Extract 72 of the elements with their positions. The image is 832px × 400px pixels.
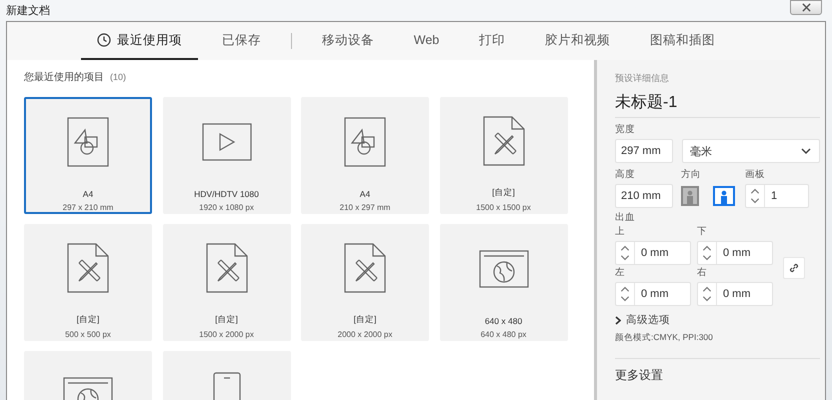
- document-ruler-pencil-icon: [482, 116, 524, 166]
- field-label: 宽度: [615, 123, 635, 136]
- preset-name: A4: [360, 189, 370, 199]
- field-label: 高度: [615, 168, 635, 181]
- section-heading: 您最近使用的项目: [24, 70, 104, 84]
- field-label: 上: [615, 225, 625, 238]
- width-field[interactable]: 297 mm: [615, 139, 673, 163]
- tab[interactable]: 移动设备: [306, 22, 390, 60]
- clock-icon: [96, 33, 111, 47]
- preset-size: 1500 x 2000 px: [199, 330, 254, 339]
- preset-name: A4: [82, 189, 94, 199]
- preset-name: [自定]: [215, 314, 238, 326]
- preset-card[interactable]: [自定] 2000 x 2000 px: [301, 224, 429, 341]
- preset-card[interactable]: HDV/HDTV 1080 1920 x 1080 px: [162, 97, 290, 214]
- preset-name: [自定]: [354, 314, 376, 326]
- preset-size: 640 x 480 px: [480, 330, 526, 339]
- chevron-down-icon: [801, 148, 811, 154]
- preset-card[interactable]: [自定] 1500 x 1500 px: [440, 97, 568, 214]
- preset-size: 297 x 210 mm: [62, 203, 114, 212]
- chevron-right-icon: [615, 316, 621, 324]
- bleed-stepper[interactable]: 0 mm: [697, 241, 773, 265]
- field-label: 出血: [615, 211, 635, 224]
- video-play-icon: [202, 123, 252, 161]
- field-label: 左: [615, 266, 625, 279]
- bleed-stepper[interactable]: 0 mm: [615, 241, 691, 265]
- item-count: (10): [110, 72, 126, 82]
- field-label: 画板: [745, 168, 765, 181]
- preset-size: 1500 x 1500 px: [476, 203, 531, 212]
- preset-size: 1920 x 1080 px: [199, 203, 254, 212]
- preset-card[interactable]: A4 210 x 297 mm: [301, 97, 429, 214]
- color-mode-text: 颜色模式:CMYK, PPI:300: [615, 332, 713, 344]
- document-shapes-icon: [67, 117, 109, 167]
- preset-name: 640 x 480: [484, 316, 522, 326]
- bleed-stepper[interactable]: 0 mm: [697, 282, 773, 306]
- preset-size: 500 x 500 px: [65, 330, 111, 339]
- tab[interactable]: Web: [398, 22, 456, 60]
- height-field[interactable]: 210 mm: [615, 184, 673, 208]
- link-icon: [788, 262, 800, 274]
- unit-dropdown[interactable]: 毫米: [682, 139, 820, 163]
- bleed-stepper[interactable]: 0 mm: [615, 282, 691, 306]
- browser-globe-icon: [478, 250, 528, 288]
- tab[interactable]: 已保存: [206, 22, 277, 60]
- field-label: 右: [697, 266, 707, 279]
- document-ruler-pencil-icon: [344, 243, 386, 293]
- link-button[interactable]: [783, 256, 805, 278]
- close-icon: [802, 3, 810, 12]
- panel-heading: 预设详细信息: [615, 72, 669, 85]
- advanced-options-toggle[interactable]: 高级选项: [615, 313, 670, 327]
- preset-name: [自定]: [492, 187, 515, 199]
- preset-name: HDV/HDTV 1080: [194, 189, 259, 199]
- tab[interactable]: 图稿和插图: [634, 22, 732, 60]
- preset-size: 2000 x 2000 px: [338, 330, 392, 339]
- window-title: 新建文档: [6, 4, 50, 18]
- document-name: 未标题-1: [615, 92, 820, 118]
- preset-card[interactable]: [自定] 500 x 500 px: [24, 224, 152, 341]
- preset-card[interactable]: 640 x 480 640 x 480 px: [440, 224, 568, 341]
- tab[interactable]: 打印: [463, 22, 522, 60]
- document-shapes-icon: [344, 117, 386, 167]
- document-ruler-pencil-icon: [67, 243, 109, 293]
- field-label: 方向: [681, 168, 701, 181]
- preset-size: 210 x 297 mm: [340, 203, 390, 212]
- tab[interactable]: 胶片和视频: [529, 22, 626, 60]
- artboards-stepper[interactable]: 1: [745, 184, 809, 208]
- close-button[interactable]: [790, 0, 822, 15]
- document-ruler-pencil-icon: [206, 243, 248, 293]
- field-label: 下: [697, 225, 707, 238]
- landscape-orientation-icon[interactable]: [713, 186, 735, 206]
- more-settings-button[interactable]: 更多设置: [615, 367, 663, 384]
- preset-name: [自定]: [76, 314, 100, 326]
- preset-card[interactable]: [自定] 1500 x 2000 px: [162, 224, 290, 341]
- tab[interactable]: 最近使用项: [80, 22, 198, 60]
- preset-card[interactable]: A4 297 x 210 mm: [24, 97, 152, 214]
